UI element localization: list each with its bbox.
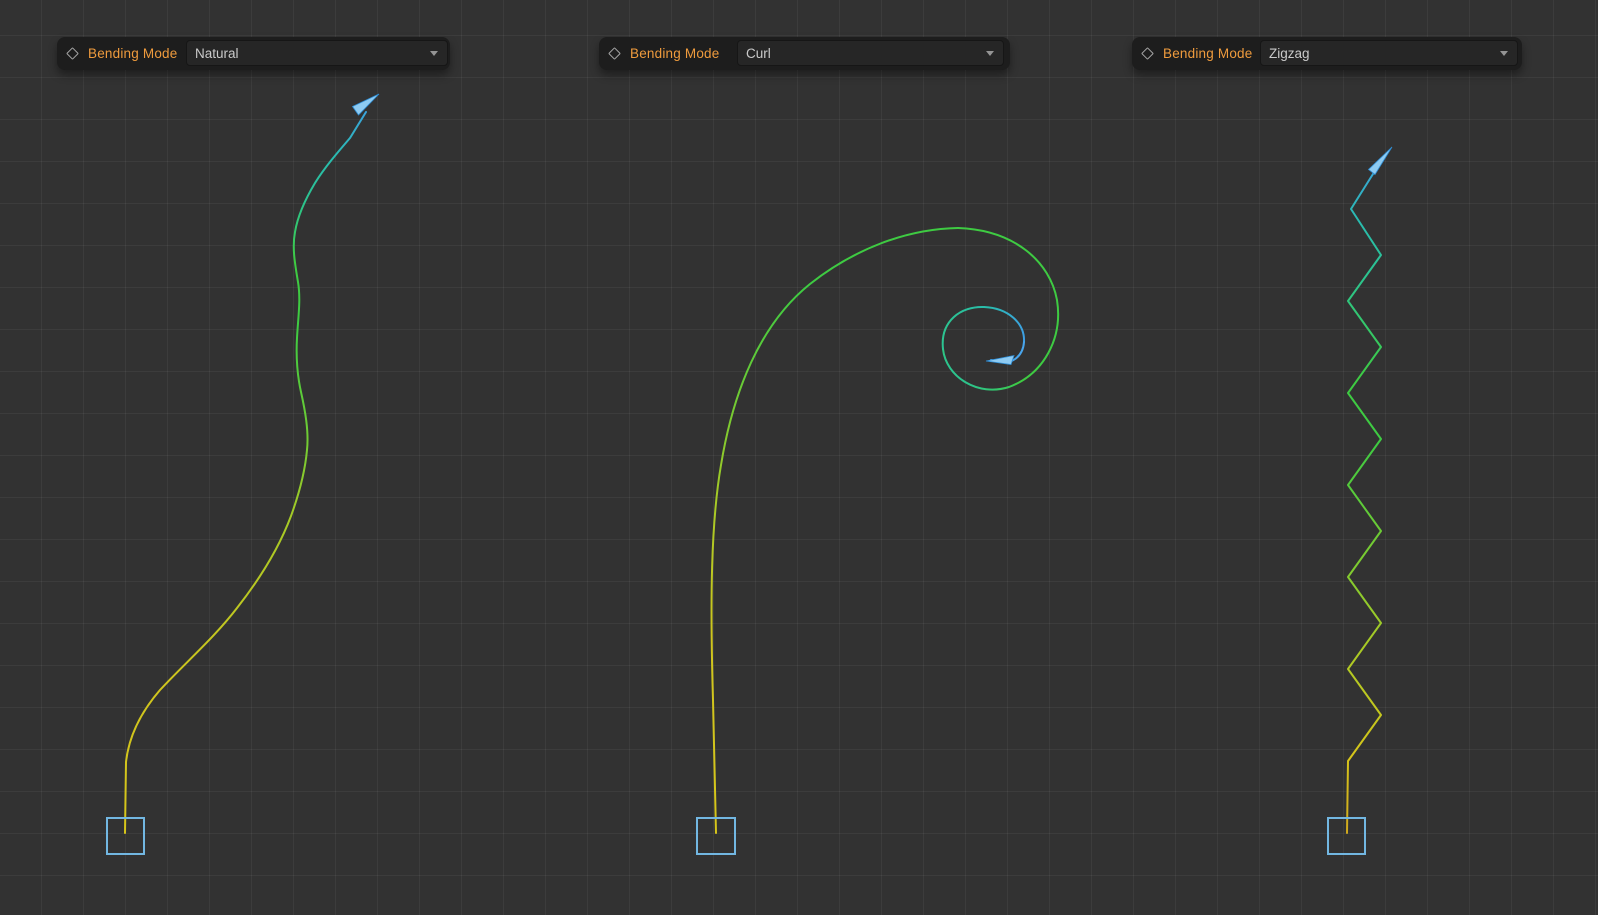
param-panel-zigzag: Bending Mode Zigzag: [1132, 37, 1522, 70]
dropdown-value: Natural: [195, 45, 239, 61]
bending-mode-label: Bending Mode: [1163, 46, 1253, 61]
param-panel-curl: Bending Mode Curl: [599, 37, 1010, 70]
chevron-down-icon: [430, 51, 438, 56]
zigzag-curve: [1327, 146, 1393, 855]
arrowhead-icon: [985, 354, 1015, 365]
arrowhead-icon: [1367, 146, 1393, 176]
curl-inner-loop-path: [941, 305, 1026, 350]
curl-curve: [696, 227, 1060, 855]
diamond-icon: [1141, 47, 1154, 60]
curl-stem-path: [710, 227, 959, 834]
bending-mode-dropdown[interactable]: Zigzag: [1260, 40, 1518, 66]
bending-mode-label: Bending Mode: [88, 46, 178, 61]
dropdown-value: Curl: [746, 45, 771, 61]
bending-mode-dropdown[interactable]: Curl: [737, 40, 1004, 66]
chevron-down-icon: [986, 51, 994, 56]
viewport-canvas[interactable]: Bending Mode Natural Bending Mode Curl B…: [0, 0, 1598, 915]
diamond-icon: [66, 47, 79, 60]
zigzag-curve-path: [1346, 165, 1382, 834]
chevron-down-icon: [1500, 51, 1508, 56]
bending-mode-dropdown[interactable]: Natural: [186, 40, 448, 66]
diamond-icon: [608, 47, 621, 60]
param-panel-natural: Bending Mode Natural: [57, 37, 450, 70]
dropdown-value: Zigzag: [1269, 45, 1310, 61]
natural-curve-path: [124, 111, 367, 834]
curl-outer-loop-path: [942, 227, 1060, 391]
bending-mode-label: Bending Mode: [630, 46, 720, 61]
curves-layer: [106, 93, 1393, 855]
natural-curve: [106, 93, 380, 855]
